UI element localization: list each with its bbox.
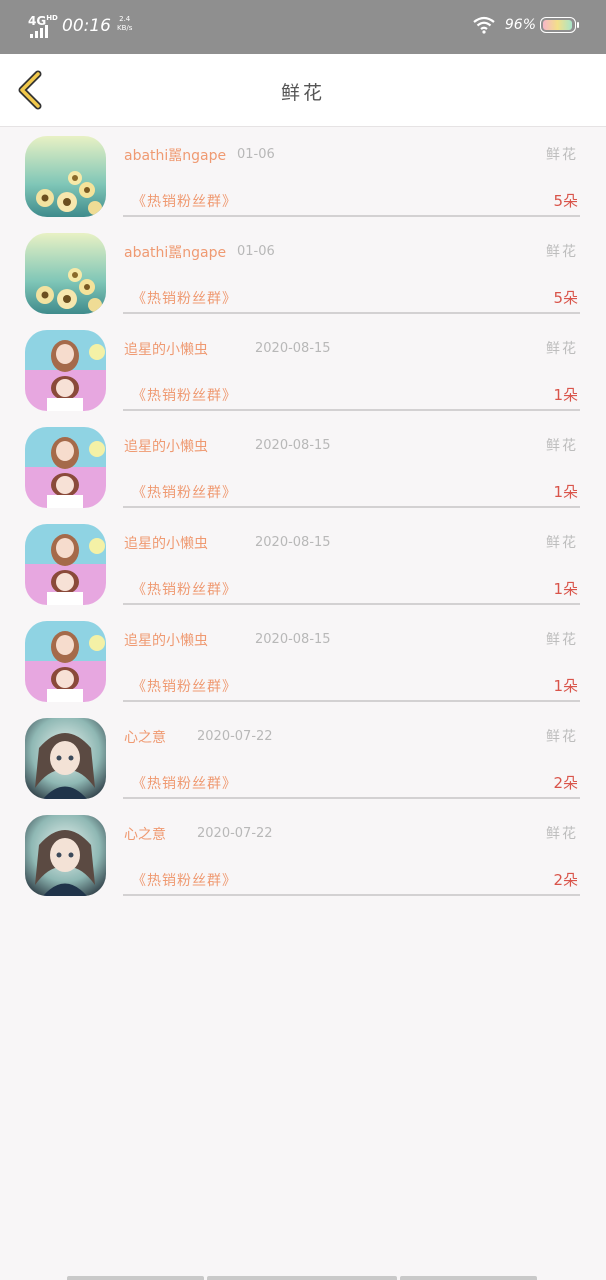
gift-type: 鲜花 (546, 632, 578, 648)
group-link[interactable]: 《热销粉丝群》 (132, 870, 237, 890)
network-speed-unit: KB/s (117, 24, 133, 32)
cellular-signal-icon: 4GHD (28, 12, 58, 38)
gift-type: 鲜花 (546, 438, 578, 454)
list-item[interactable]: 心之意 2020-07-22 鲜花 《热销粉丝群》 2朵 (0, 710, 606, 807)
group-link[interactable]: 《热销粉丝群》 (132, 579, 237, 599)
group-link[interactable]: 《热销粉丝群》 (132, 191, 237, 211)
gift-record-list: abathi嚚ngape 01-06 鲜花 《热销粉丝群》 5朵 abathi嚚… (0, 128, 606, 904)
gift-count: 1朵 (553, 386, 578, 404)
divider (123, 506, 580, 508)
divider (123, 700, 580, 702)
user-name: 心之意 (124, 827, 166, 843)
gift-count: 1朵 (553, 483, 578, 501)
user-name: 追星的小懒虫 (124, 342, 208, 358)
avatar[interactable] (25, 233, 106, 314)
gift-type: 鲜花 (546, 535, 578, 551)
clock: 00:16 (62, 16, 111, 36)
avatar[interactable] (25, 330, 106, 411)
record-date: 2020-07-22 (197, 826, 273, 841)
girl-avatar-image (25, 524, 106, 605)
record-date: 2020-07-22 (197, 729, 273, 744)
gift-count: 5朵 (553, 192, 578, 210)
user-name: abathi嚚ngape (124, 245, 227, 261)
record-date: 01-06 (237, 147, 275, 162)
avatar[interactable] (25, 524, 106, 605)
battery-icon (540, 17, 579, 33)
user-name: 追星的小懒虫 (124, 439, 208, 455)
divider (123, 797, 580, 799)
gift-count: 5朵 (553, 289, 578, 307)
bottom-bar (67, 1276, 204, 1280)
gift-count: 1朵 (553, 580, 578, 598)
user-name: 追星的小懒虫 (124, 536, 208, 552)
bottom-edge-bars (67, 1276, 537, 1280)
nav-bar: 鲜花 (0, 54, 606, 127)
gift-type: 鲜花 (546, 244, 578, 260)
list-item[interactable]: 心之意 2020-07-22 鲜花 《热销粉丝群》 2朵 (0, 807, 606, 904)
group-link[interactable]: 《热销粉丝群》 (132, 385, 237, 405)
record-date: 2020-08-15 (255, 341, 331, 356)
gift-count: 1朵 (553, 677, 578, 695)
bottom-bar (400, 1276, 537, 1280)
gift-type: 鲜花 (546, 341, 578, 357)
divider (123, 409, 580, 411)
group-link[interactable]: 《热销粉丝群》 (132, 773, 237, 793)
gift-count: 2朵 (553, 774, 578, 792)
flower-avatar-image (25, 136, 106, 217)
avatar[interactable] (25, 136, 106, 217)
avatar[interactable] (25, 621, 106, 702)
user-name: 追星的小懒虫 (124, 633, 208, 649)
avatar[interactable] (25, 815, 106, 896)
gift-type: 鲜花 (546, 826, 578, 842)
group-link[interactable]: 《热销粉丝群》 (132, 676, 237, 696)
avatar[interactable] (25, 427, 106, 508)
divider (123, 894, 580, 896)
list-item[interactable]: 追星的小懒虫 2020-08-15 鲜花 《热销粉丝群》 1朵 (0, 419, 606, 516)
network-speed: 2.4 KB/s (117, 15, 132, 33)
divider (123, 603, 580, 605)
girl-avatar-image (25, 427, 106, 508)
girl-avatar-image (25, 621, 106, 702)
divider (123, 215, 580, 217)
list-item[interactable]: 追星的小懒虫 2020-08-15 鲜花 《热销粉丝群》 1朵 (0, 613, 606, 710)
network-speed-value: 2.4 (119, 15, 131, 23)
page-title: 鲜花 (280, 82, 325, 104)
girl-avatar-image (25, 330, 106, 411)
list-item[interactable]: 追星的小懒虫 2020-08-15 鲜花 《热销粉丝群》 1朵 (0, 516, 606, 613)
divider (123, 312, 580, 314)
flower-avatar-image (25, 233, 106, 314)
status-left: 4GHD 00:16 2.4 KB/s (28, 12, 132, 40)
anime-avatar-image (25, 815, 106, 896)
gift-count: 2朵 (553, 871, 578, 889)
status-bar: 4GHD 00:16 2.4 KB/s 96% (0, 0, 606, 54)
user-name: abathi嚚ngape (124, 148, 227, 164)
list-item[interactable]: abathi嚚ngape 01-06 鲜花 《热销粉丝群》 5朵 (0, 128, 606, 225)
bottom-bar (207, 1276, 397, 1280)
group-link[interactable]: 《热销粉丝群》 (132, 288, 237, 308)
battery-percent: 96% (504, 17, 536, 33)
avatar[interactable] (25, 718, 106, 799)
gift-type: 鲜花 (546, 147, 578, 163)
wifi-icon (473, 16, 495, 34)
user-name: 心之意 (124, 730, 166, 746)
network-sup: HD (46, 14, 58, 22)
group-link[interactable]: 《热销粉丝群》 (132, 482, 237, 502)
anime-avatar-image (25, 718, 106, 799)
gift-type: 鲜花 (546, 729, 578, 745)
record-date: 2020-08-15 (255, 438, 331, 453)
list-item[interactable]: abathi嚚ngape 01-06 鲜花 《热销粉丝群》 5朵 (0, 225, 606, 322)
list-item[interactable]: 追星的小懒虫 2020-08-15 鲜花 《热销粉丝群》 1朵 (0, 322, 606, 419)
record-date: 2020-08-15 (255, 535, 331, 550)
record-date: 2020-08-15 (255, 632, 331, 647)
record-date: 01-06 (237, 244, 275, 259)
status-right: 96% (473, 16, 579, 34)
